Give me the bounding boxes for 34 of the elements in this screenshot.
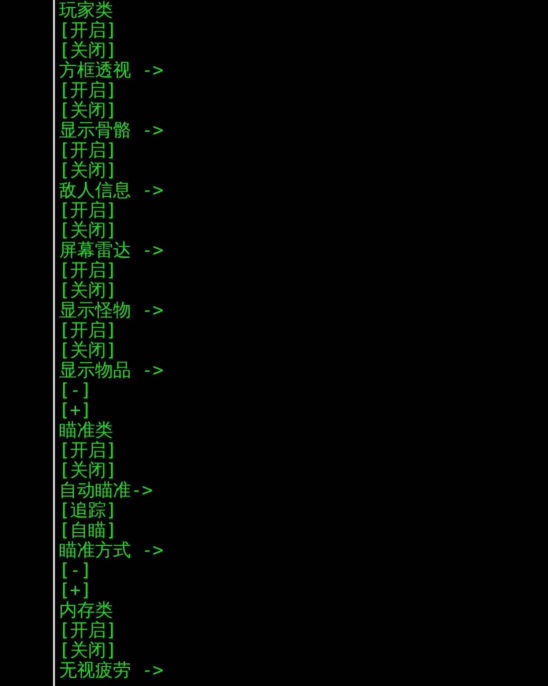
- menu-line: [追踪]: [59, 501, 117, 521]
- menu-line: 显示怪物 ->: [59, 301, 164, 321]
- menu-line: [开启]: [59, 201, 117, 221]
- menu-line: 显示物品 ->: [59, 361, 164, 381]
- menu-line: [关闭]: [59, 281, 117, 301]
- menu-line: [开启]: [59, 141, 117, 161]
- menu-line: 敌人信息 ->: [59, 181, 164, 201]
- menu-line: [关闭]: [59, 221, 117, 241]
- menu-line: 瞄准方式 ->: [59, 541, 164, 561]
- menu-line: [关闭]: [59, 461, 117, 481]
- menu-line: 无视疲劳 ->: [59, 661, 164, 681]
- menu-line: [-]: [59, 381, 92, 401]
- menu-line: [开启]: [59, 21, 117, 41]
- menu-line: [+]: [59, 581, 92, 601]
- menu-line: [开启]: [59, 621, 117, 641]
- menu-line: [关闭]: [59, 41, 117, 61]
- menu-line: [开启]: [59, 321, 117, 341]
- menu-line: [开启]: [59, 81, 117, 101]
- menu-line: [关闭]: [59, 161, 117, 181]
- menu-line: 显示骨骼 ->: [59, 121, 164, 141]
- menu-line: 自动瞄准->: [59, 481, 153, 501]
- menu-line: [关闭]: [59, 641, 117, 661]
- menu-line: [关闭]: [59, 341, 117, 361]
- menu-line: 玩家类: [59, 1, 113, 21]
- menu-line: [-]: [59, 561, 92, 581]
- menu-line: 方框透视 ->: [59, 61, 164, 81]
- menu-line: [自瞄]: [59, 521, 117, 541]
- menu-line: [开启]: [59, 261, 117, 281]
- menu-line: 屏幕雷达 ->: [59, 241, 164, 261]
- menu-line: 内存类: [59, 601, 113, 621]
- menu-line: [关闭]: [59, 101, 117, 121]
- menu-line: [开启]: [59, 441, 117, 461]
- menu-line: [+]: [59, 401, 92, 421]
- menu-line: 瞄准类: [59, 421, 113, 441]
